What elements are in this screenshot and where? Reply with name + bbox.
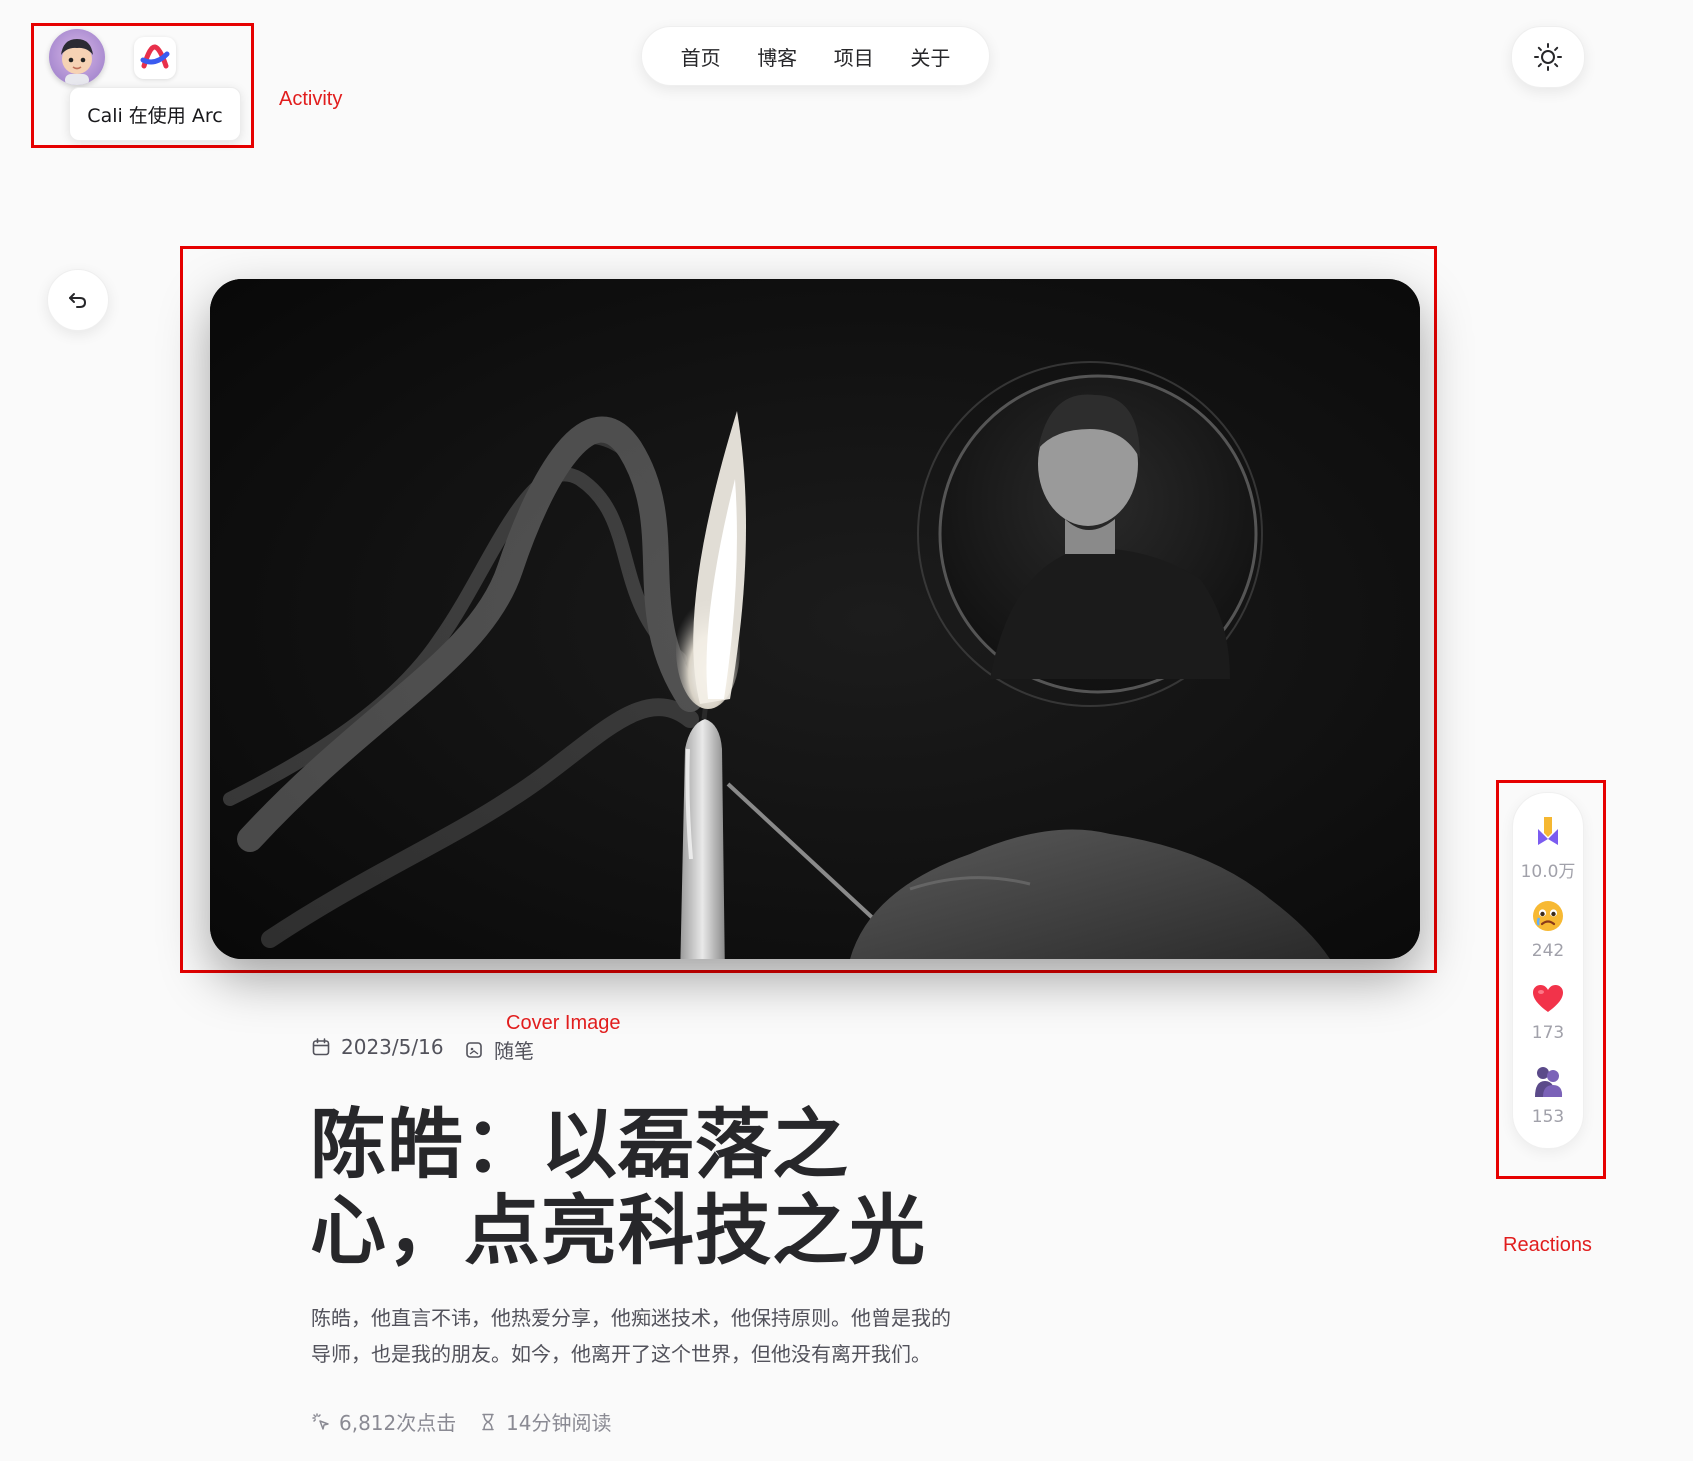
post-category[interactable]: 随笔 (464, 1035, 534, 1064)
reactions-panel: 10.0万 242 173 153 (1512, 792, 1584, 1149)
sun-icon (1534, 43, 1562, 71)
post-read-time: 14分钟阅读 (478, 1407, 611, 1436)
post-title-line2: 心，点亮科技之光 (310, 1186, 926, 1275)
back-arrow-icon (69, 293, 87, 308)
reaction-hug[interactable]: 153 (1513, 1065, 1583, 1127)
post-category-text: 随笔 (494, 1039, 534, 1063)
reaction-heart-count: 173 (1531, 1023, 1565, 1043)
post-title-line1: 陈皓：以磊落之 (310, 1100, 849, 1189)
cover-image (210, 279, 1420, 959)
post-clicks: 6,812次点击 (311, 1407, 456, 1436)
nav-item-blog[interactable]: 博客 (747, 34, 807, 79)
sad-face-icon (1533, 901, 1563, 931)
post-description-line2: 导师，也是我的朋友。如今，他离开了这个世界，但他没有离开我们。 (311, 1342, 931, 1366)
reaction-sad[interactable]: 242 (1513, 899, 1583, 961)
arc-app-icon[interactable] (134, 37, 176, 79)
post-description-line1: 陈皓，他直言不讳，他热爱分享，他痴迷技术，他保持原则。他曾是我的 (311, 1306, 951, 1330)
cover-annotation-label: Cover Image (506, 1012, 621, 1034)
post-clicks-text: 6,812次点击 (339, 1411, 457, 1435)
reaction-heart[interactable]: 173 (1513, 983, 1583, 1043)
activity-tooltip-text: Cali 在使用 Arc (87, 104, 223, 127)
activity-annotation-label: Activity (279, 88, 343, 110)
avatar[interactable] (49, 29, 105, 85)
post-title: 陈皓：以磊落之 心，点亮科技之光 (310, 1102, 930, 1274)
theme-toggle-button[interactable] (1511, 26, 1585, 88)
activity-tooltip: Cali 在使用 Arc (69, 87, 241, 141)
hourglass-icon (482, 1413, 494, 1430)
nav-item-projects[interactable]: 项目 (824, 34, 884, 79)
nav-item-about[interactable]: 关于 (900, 34, 960, 79)
nav-item-home[interactable]: 首页 (671, 34, 731, 79)
post-read-time-text: 14分钟阅读 (506, 1411, 612, 1435)
reaction-clap-count: 10.0万 (1520, 862, 1576, 882)
category-icon (466, 1041, 482, 1058)
main-nav: 首页 博客 项目 关于 (641, 26, 990, 86)
arc-logo-icon (140, 44, 170, 69)
post-description: 陈皓，他直言不讳，他热爱分享，他痴迷技术，他保持原则。他曾是我的 导师，也是我的… (311, 1300, 1001, 1372)
cover-photo-illustration (210, 279, 1420, 959)
heart-icon (1533, 985, 1563, 1012)
back-button[interactable] (47, 269, 109, 331)
reaction-clap[interactable]: 10.0万 (1513, 815, 1583, 882)
reaction-hug-count: 153 (1531, 1107, 1565, 1127)
clap-icon (1538, 817, 1558, 845)
reaction-sad-count: 242 (1531, 941, 1565, 961)
calendar-icon (312, 1038, 330, 1056)
avatar-image (61, 39, 93, 85)
cursor-click-icon (312, 1412, 329, 1430)
hug-icon (1535, 1067, 1563, 1097)
reactions-annotation-label: Reactions (1503, 1234, 1592, 1256)
post-date: 2023/5/16 (311, 1035, 444, 1059)
post-date-text: 2023/5/16 (341, 1035, 444, 1059)
